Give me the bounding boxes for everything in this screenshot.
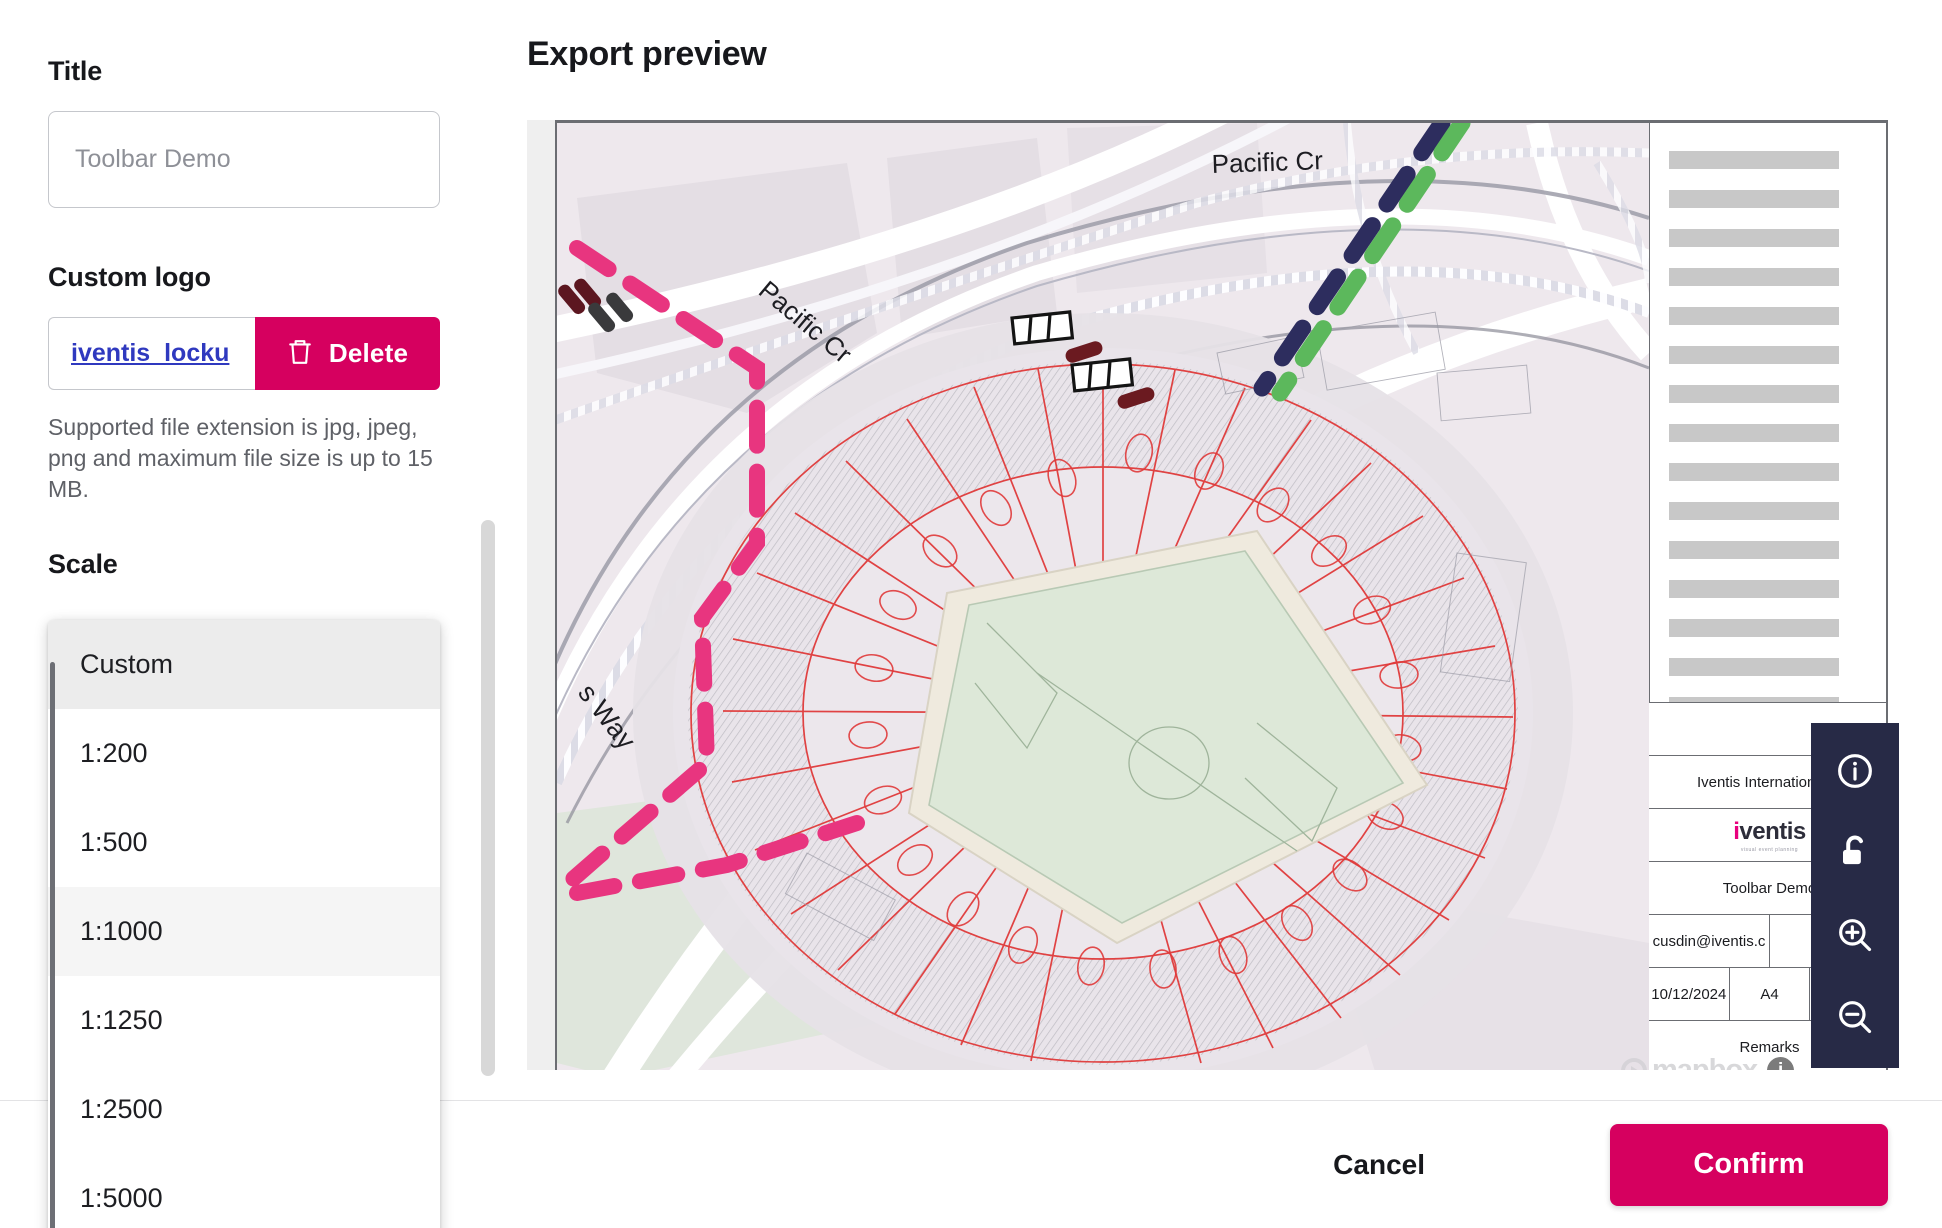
logo-file-link[interactable]: iventis_locku	[71, 339, 229, 368]
trash-icon	[287, 337, 313, 370]
logo-upload-hint: Supported file extension is jpg, jpeg, p…	[48, 414, 433, 503]
iventis-logo-tagline: visual event planning	[1740, 846, 1799, 853]
confirm-button[interactable]: Confirm	[1610, 1123, 1888, 1206]
custom-logo-label: Custom logo	[48, 262, 211, 292]
scale-option-custom[interactable]: Custom	[48, 620, 440, 709]
delete-logo-button[interactable]: Delete	[255, 317, 440, 390]
scale-field-label: Scale	[48, 549, 118, 580]
delete-logo-label: Delete	[328, 338, 409, 368]
title-block-paper-size: A4	[1730, 968, 1811, 1020]
zoom-in-icon[interactable]	[1827, 907, 1883, 963]
mapbox-attribution[interactable]: mapbox i	[1621, 1054, 1795, 1070]
title-block-date: 10/12/2024	[1649, 968, 1730, 1020]
map-tools-toolbar	[1811, 723, 1899, 1068]
scale-option-1-1000[interactable]: 1:1000	[48, 887, 440, 976]
iventis-logo-text: ventis	[1739, 817, 1806, 845]
logo-file-box[interactable]: iventis_locku	[48, 317, 255, 390]
preview-vertical-scrollbar[interactable]	[481, 520, 495, 1076]
cancel-button[interactable]: Cancel	[1327, 1148, 1431, 1182]
export-preview-frame: Pacific Cr Pacific Cr s Way Iventis Inte…	[527, 120, 1888, 1070]
info-icon[interactable]	[1827, 743, 1883, 799]
mapbox-info-icon[interactable]: i	[1767, 1057, 1795, 1070]
scale-option-1-500[interactable]: 1:500	[48, 798, 440, 887]
export-document-page: Pacific Cr Pacific Cr s Way Iventis Inte…	[555, 120, 1888, 1070]
scale-option-1-200[interactable]: 1:200	[48, 709, 440, 798]
map-label-pacific-cr-top: Pacific Cr	[1211, 145, 1324, 179]
scale-dropdown-menu[interactable]: Custom 1:200 1:500 1:1000 1:1250 1:2500 …	[48, 620, 440, 1228]
map-canvas[interactable]: Pacific Cr Pacific Cr s Way	[557, 123, 1649, 1070]
custom-logo-row: iventis_locku Delete	[48, 317, 440, 390]
scale-option-1-1250[interactable]: 1:1250	[48, 976, 440, 1065]
dropdown-scrollbar-thumb[interactable]	[50, 662, 55, 1228]
scale-option-1-5000[interactable]: 1:5000	[48, 1154, 440, 1228]
mapbox-logo[interactable]: mapbox	[1621, 1054, 1758, 1070]
map-graphic: Pacific Cr Pacific Cr s Way	[557, 123, 1649, 1070]
title-block-author-email: cusdin@iventis.c	[1649, 915, 1770, 967]
title-input[interactable]	[48, 111, 440, 208]
unlock-icon[interactable]	[1827, 825, 1883, 881]
mapbox-wordmark: mapbox	[1652, 1054, 1758, 1070]
export-preview-heading: Export preview	[527, 35, 767, 73]
title-field-label: Title	[48, 56, 103, 86]
zoom-out-icon[interactable]	[1827, 989, 1883, 1045]
export-dialog: Title Custom logo iventis_locku Delete S…	[0, 0, 1942, 1228]
mapbox-circle-icon	[1621, 1057, 1647, 1070]
scale-option-1-2500[interactable]: 1:2500	[48, 1065, 440, 1154]
